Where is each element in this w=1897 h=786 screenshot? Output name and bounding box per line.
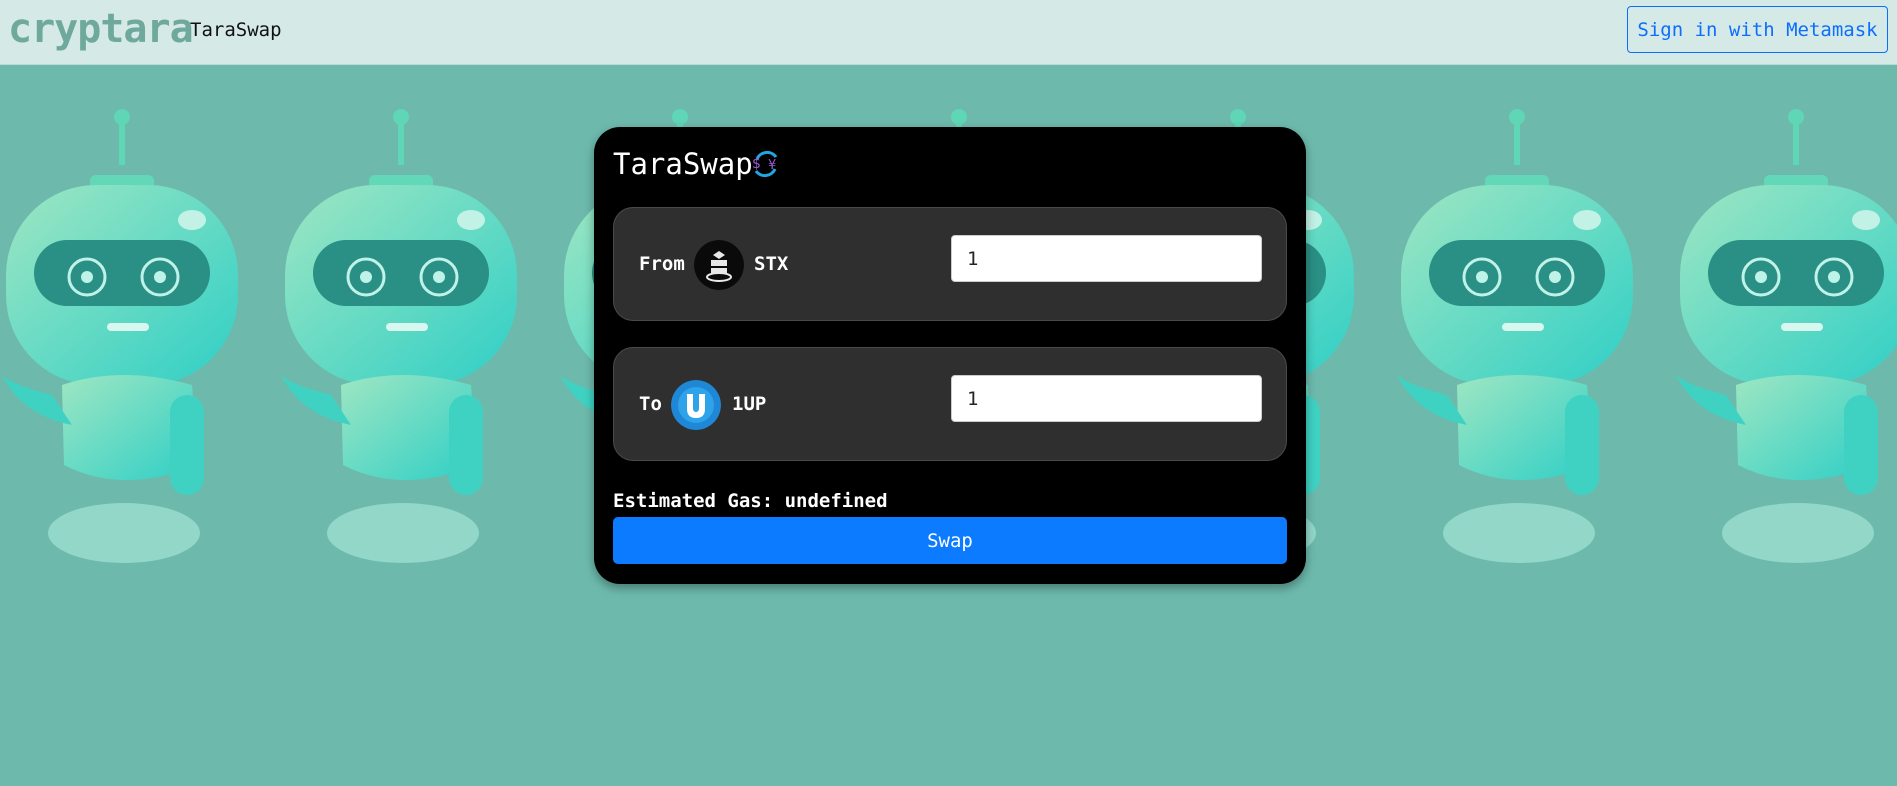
svg-text:$: $: [752, 156, 761, 172]
currency-swap-icon: $ ¥: [752, 150, 778, 178]
robot-illustration: [1676, 65, 1897, 565]
estimated-gas-text: Estimated Gas: undefined: [613, 490, 888, 512]
top-navbar: cryptara TaraSwap Sign in with Metamask: [0, 0, 1897, 65]
to-amount-input[interactable]: [951, 375, 1262, 422]
robot-illustration: [2, 65, 242, 565]
to-label: To: [639, 393, 662, 415]
1up-token-icon[interactable]: [671, 380, 721, 430]
from-label: From: [639, 253, 685, 275]
card-title: TaraSwap: [613, 147, 753, 181]
from-token-name[interactable]: STX: [754, 253, 788, 275]
robot-illustration: [1397, 65, 1637, 565]
to-panel: To 1UP: [613, 347, 1287, 461]
swap-button[interactable]: Swap: [613, 517, 1287, 564]
sign-in-metamask-button[interactable]: Sign in with Metamask: [1627, 6, 1888, 53]
from-panel: From STX: [613, 207, 1287, 321]
from-amount-input[interactable]: [951, 235, 1262, 282]
robot-illustration: [281, 65, 521, 565]
brand-logo[interactable]: cryptara: [8, 6, 194, 52]
nav-link-taraswap[interactable]: TaraSwap: [190, 19, 282, 41]
estimated-gas: Estimated Gas: undefined: [613, 490, 888, 512]
svg-text:¥: ¥: [768, 158, 776, 173]
stx-token-icon[interactable]: [694, 240, 744, 290]
to-token-name[interactable]: 1UP: [732, 393, 766, 415]
swap-card: TaraSwap $ ¥ From STX To 1UP Estimated G…: [594, 127, 1306, 584]
